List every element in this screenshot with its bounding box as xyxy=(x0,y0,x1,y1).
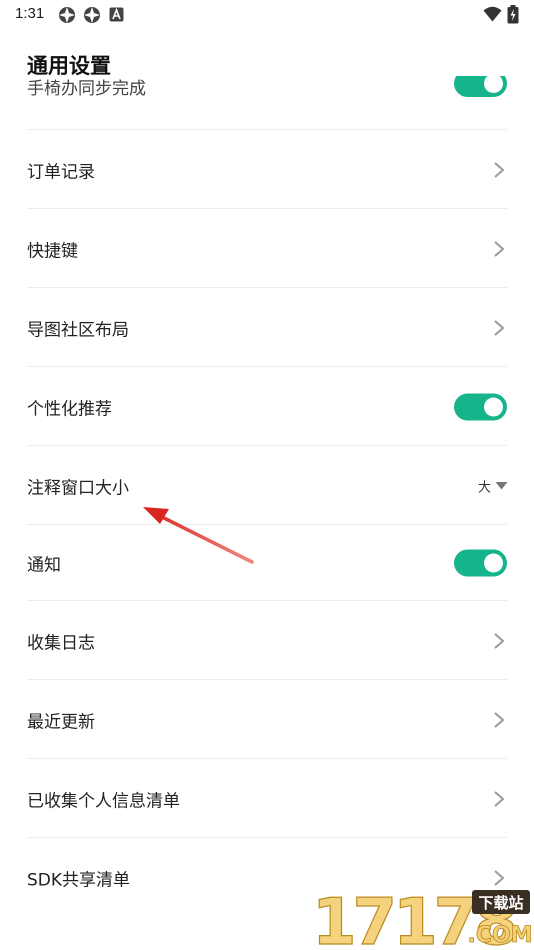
toggle-knob xyxy=(484,553,503,573)
chevron-right-icon xyxy=(494,240,505,257)
personalized-recommendation-toggle[interactable] xyxy=(454,393,507,420)
chevron-right-icon xyxy=(494,790,505,807)
setting-label: 快捷键 xyxy=(27,241,78,261)
setting-label: 最近更新 xyxy=(27,712,95,732)
annotation-size-select[interactable]: 大 xyxy=(478,476,508,495)
watermark-badge: 下载站 xyxy=(478,894,523,912)
setting-label: 个性化推荐 xyxy=(27,399,112,419)
setting-row-annotation-window-size[interactable]: 注释窗口大小 大 xyxy=(0,446,534,525)
watermark-domain: .COM xyxy=(467,923,532,948)
setting-row-personalized-recommendation[interactable]: 个性化推荐 xyxy=(0,367,534,446)
setting-label: 订单记录 xyxy=(27,162,95,182)
setting-row-collect-logs[interactable]: 收集日志 xyxy=(0,601,534,680)
chevron-right-icon xyxy=(494,319,505,336)
pinwheel-icon xyxy=(59,7,75,23)
setting-row-notifications[interactable]: 通知 xyxy=(0,525,534,601)
setting-row-order-records[interactable]: 订单记录 xyxy=(0,130,534,209)
select-value: 大 xyxy=(477,480,491,495)
setting-label: 手椅办同步完成 xyxy=(27,79,146,99)
notifications-toggle[interactable] xyxy=(454,549,507,577)
status-time: 1:31 xyxy=(15,5,45,22)
chevron-right-icon xyxy=(494,632,505,649)
setting-row-recent-updates[interactable]: 最近更新 xyxy=(0,680,534,759)
setting-row-collected-info-list[interactable]: 已收集个人信息清单 xyxy=(0,759,534,838)
setting-row-sync[interactable]: 手椅办同步完成 xyxy=(0,76,534,130)
toggle-knob xyxy=(484,76,503,93)
site-watermark: 17178 下载站 .COM xyxy=(312,885,532,950)
chevron-right-icon xyxy=(494,161,505,178)
status-bar: 1:31 xyxy=(0,0,534,30)
setting-row-community-layout[interactable]: 导图社区布局 xyxy=(0,288,534,367)
setting-label: 已收集个人信息清单 xyxy=(27,791,180,811)
setting-label: 注释窗口大小 xyxy=(27,478,129,498)
sync-toggle[interactable] xyxy=(454,76,507,97)
setting-label: SDK共享清单 xyxy=(27,870,131,890)
setting-row-shortcuts[interactable]: 快捷键 xyxy=(0,209,534,288)
setting-label: 通知 xyxy=(27,555,61,576)
toggle-knob xyxy=(484,397,503,416)
pinwheel-icon xyxy=(84,7,100,23)
wifi-icon xyxy=(483,6,502,22)
chevron-right-icon xyxy=(494,711,505,728)
dropdown-triangle-icon xyxy=(495,481,508,489)
battery-icon xyxy=(507,5,519,24)
setting-label: 收集日志 xyxy=(27,633,95,653)
setting-label: 导图社区布局 xyxy=(27,320,129,340)
a-box-icon xyxy=(109,7,124,22)
settings-list: 手椅办同步完成 订单记录 快捷键 导图社区布局 个性化推荐 注释窗口大小 大 通… xyxy=(0,76,534,917)
